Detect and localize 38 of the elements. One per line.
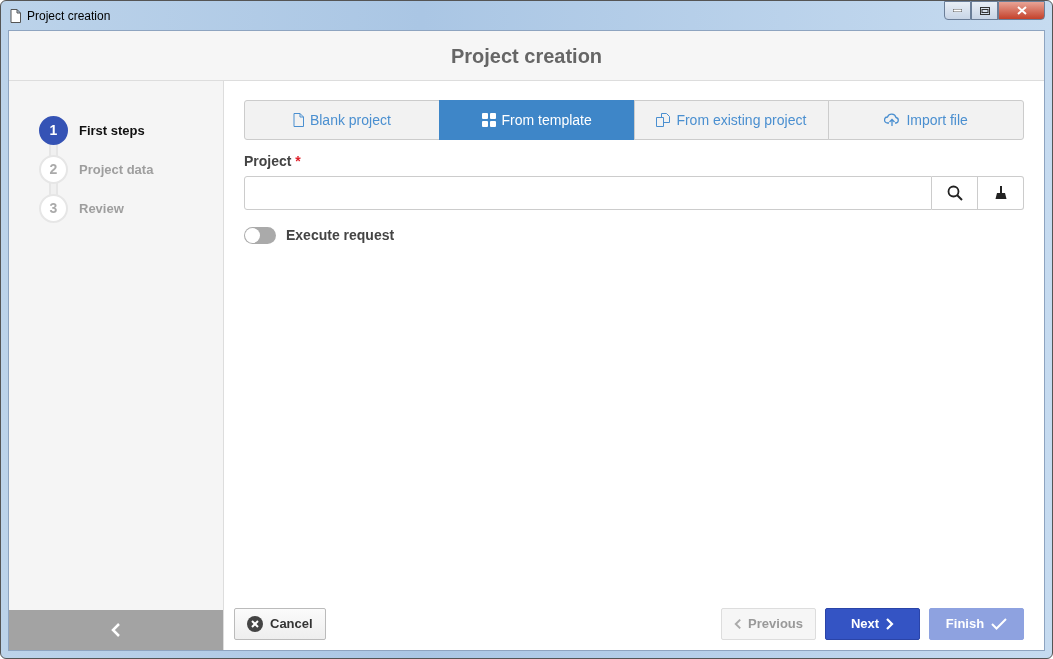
cancel-button[interactable]: Cancel — [234, 608, 326, 640]
tab[interactable]: From existing project — [633, 100, 830, 140]
maximize-icon — [979, 6, 990, 15]
toggle-label: Execute request — [286, 226, 395, 245]
close-circle-icon — [247, 616, 263, 632]
step-label: Project data — [79, 160, 154, 179]
field-label: Project * — [244, 152, 302, 171]
search-icon — [946, 185, 963, 201]
checkmark-icon — [991, 618, 1008, 630]
maximize-button[interactable] — [971, 1, 998, 20]
document-icon — [292, 113, 304, 127]
next-button[interactable]: Next — [825, 608, 920, 640]
close-icon — [1016, 6, 1027, 15]
chevron-left-icon — [734, 618, 742, 630]
grid-icon — [481, 113, 496, 127]
close-button[interactable] — [998, 1, 1045, 20]
step-number: 1 — [39, 116, 68, 145]
minimize-button[interactable] — [944, 1, 971, 20]
step-number: 3 — [39, 194, 68, 223]
tab[interactable]: From template — [438, 100, 635, 140]
clear-button[interactable] — [978, 176, 1024, 210]
toggle-switch[interactable] — [244, 227, 276, 244]
broom-icon — [994, 186, 1007, 200]
search-button[interactable] — [932, 176, 978, 210]
chevron-left-icon — [111, 623, 121, 637]
step-label: Review — [79, 199, 124, 218]
step-label: First steps — [79, 121, 145, 140]
minimize-icon — [953, 9, 962, 12]
dialog-title: Project creation — [9, 31, 1044, 81]
cloud-upload-icon — [884, 113, 901, 127]
copy-icon — [656, 113, 671, 127]
tab[interactable]: Import file — [828, 100, 1024, 140]
document-icon — [10, 8, 21, 23]
step-number: 2 — [39, 155, 68, 184]
chevron-right-icon — [886, 618, 895, 630]
project-field[interactable] — [244, 176, 932, 210]
window-title: Project creation — [27, 7, 111, 25]
tab[interactable]: Blank project — [244, 100, 440, 140]
